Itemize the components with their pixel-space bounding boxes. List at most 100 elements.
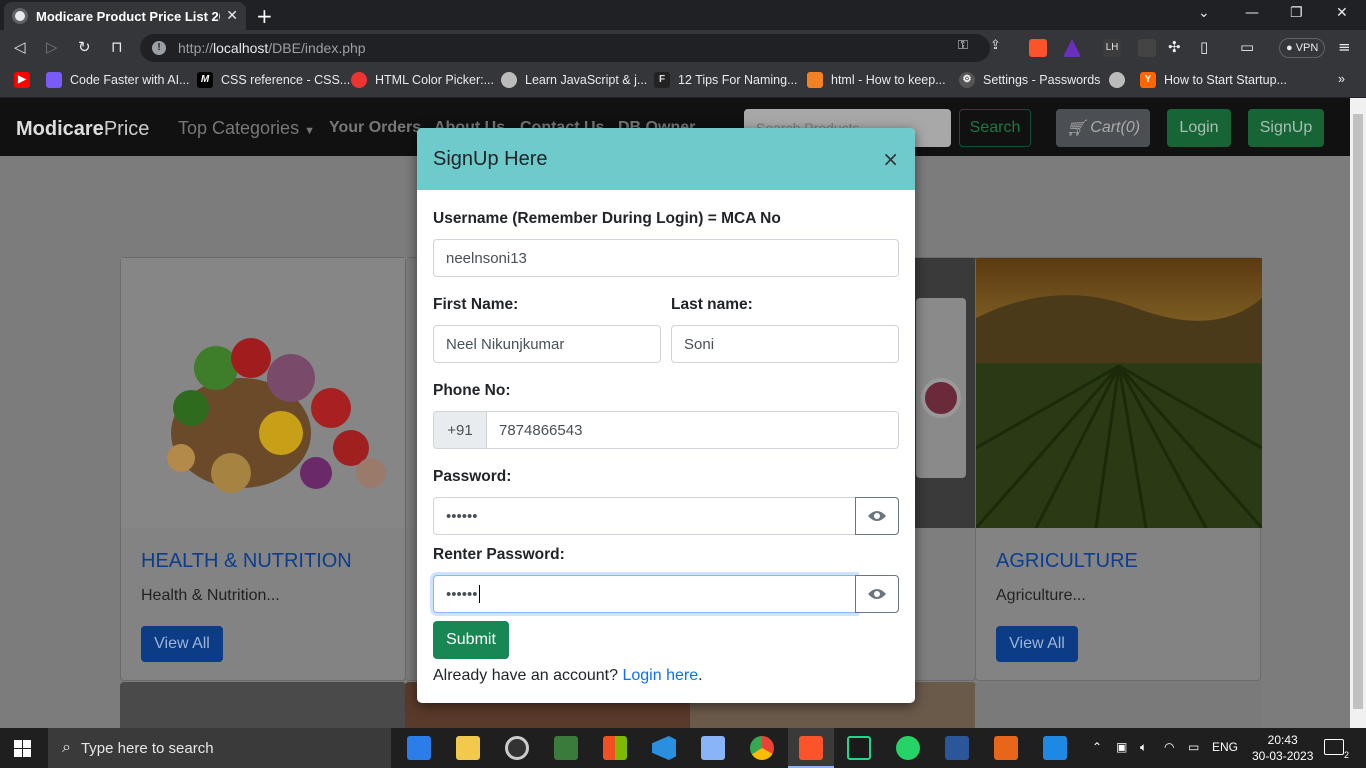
tray-app-icon[interactable]: ▣ [1116, 740, 1127, 754]
whatsapp-icon[interactable] [896, 736, 920, 760]
lighthouse-icon[interactable]: LH [1103, 39, 1121, 57]
vscode-icon[interactable] [652, 736, 676, 760]
bookmark-item[interactable]: M CSS reference - CSS... [197, 72, 350, 88]
login-here-link[interactable]: Login here [622, 667, 698, 684]
bookmark-item[interactable]: Y How to Start Startup... [1140, 72, 1287, 88]
password-field[interactable]: •••••• [433, 497, 856, 535]
signup-modal: SignUp Here × Username (Remember During … [417, 128, 915, 703]
scrollbar-thumb[interactable] [1353, 114, 1363, 709]
bookmarks-bar: ▶ Code Faster with AI... M CSS reference … [0, 66, 1366, 98]
search-icon: ⌕ [62, 739, 71, 756]
brave-shield-icon[interactable] [1029, 39, 1047, 57]
language-indicator[interactable]: ENG [1212, 740, 1238, 754]
windows-start-icon[interactable] [14, 740, 31, 757]
bookmark-item[interactable]: Learn JavaScript & j... [501, 72, 647, 88]
bookmark-item[interactable]: F 12 Tips For Naming... [654, 72, 798, 88]
bookmark-label: 12 Tips For Naming... [678, 73, 798, 87]
new-tab-button[interactable]: + [256, 4, 273, 28]
period: . [698, 667, 703, 684]
show-hidden-icons[interactable]: ⌃ [1092, 740, 1102, 754]
last-name-field[interactable]: Soni [671, 325, 899, 363]
first-name-field[interactable]: Neel Nikunjkumar [433, 325, 661, 363]
browser-tab[interactable]: Modicare Product Price List 2022| ✕ [4, 2, 246, 30]
photos-icon[interactable] [1043, 736, 1067, 760]
clock[interactable]: 20:43 30-03-2023 [1252, 732, 1313, 764]
taskbar-search[interactable]: ⌕ Type here to search [48, 728, 391, 768]
restore-icon[interactable]: ❐ [1290, 5, 1303, 21]
extension-icon[interactable] [1138, 39, 1156, 57]
vpn-button[interactable]: ● VPN [1279, 38, 1326, 58]
youtube-bookmark[interactable]: ▶ [14, 72, 38, 88]
login-button[interactable]: Login [1167, 109, 1231, 147]
more-bookmarks-icon[interactable]: » [1338, 72, 1345, 86]
view-all-button[interactable]: View All [141, 626, 223, 662]
task-view-icon[interactable] [407, 736, 431, 760]
cart-label: Cart(0) [1090, 119, 1141, 136]
renter-password-field[interactable]: •••••• [433, 575, 856, 613]
site-brand[interactable]: ModicarePrice [16, 118, 149, 141]
ycombinator-icon: Y [1140, 72, 1156, 88]
phone-field[interactable]: 7874866543 [486, 411, 899, 449]
submit-button[interactable]: Submit [433, 621, 509, 659]
wifi-icon[interactable]: ◠ [1164, 740, 1174, 754]
minimize-icon[interactable]: — [1245, 5, 1259, 21]
bookmark-icon[interactable]: ⊓ [111, 38, 123, 56]
modal-title: SignUp Here [433, 147, 548, 170]
bookmark-item[interactable]: ⚙ Settings - Passwords [959, 72, 1100, 88]
brave-taskbar-button[interactable] [788, 728, 834, 768]
tab-search-icon[interactable]: ⌄ [1198, 5, 1210, 21]
signup-button[interactable]: SignUp [1248, 109, 1324, 147]
clock-time: 20:43 [1267, 733, 1298, 747]
chart-app-icon[interactable] [554, 736, 578, 760]
word-icon[interactable] [945, 736, 969, 760]
menu-icon[interactable]: ≡ [1338, 38, 1351, 56]
page-scrollbar[interactable] [1350, 98, 1366, 728]
window-close-icon[interactable]: ✕ [1336, 5, 1348, 21]
notifications-icon[interactable]: 2 [1324, 739, 1349, 760]
pycharm-icon[interactable] [847, 736, 871, 760]
cart-button[interactable]: 🛒︎ Cart(0) [1056, 109, 1150, 147]
toggle-password-button[interactable] [855, 497, 899, 535]
text-caret [478, 585, 480, 603]
bookmark-item[interactable]: Code Faster with AI... [46, 72, 190, 88]
volume-icon[interactable]: 🔈︎ [1140, 740, 1147, 755]
virtualbox-icon[interactable] [701, 736, 725, 760]
microsoft-store-icon[interactable] [603, 736, 627, 760]
close-icon[interactable]: × [882, 147, 899, 171]
file-explorer-icon[interactable] [456, 736, 480, 760]
close-tab-icon[interactable]: ✕ [226, 8, 238, 24]
view-all-button[interactable]: View All [996, 626, 1078, 662]
windows-taskbar: ⌕ Type here to search ⌃ ▣ 🔈︎ ◠ ▭ ENG 20:4… [0, 728, 1366, 768]
back-icon[interactable]: ◁ [14, 38, 26, 56]
globe-icon [1109, 72, 1125, 88]
address-bar[interactable]: ! http://localhost/DBE/index.php [140, 34, 990, 62]
wallet-icon[interactable]: ▭ [1240, 38, 1254, 56]
site-info-icon[interactable]: ! [152, 41, 166, 55]
nav-your-orders[interactable]: Your Orders [329, 119, 421, 137]
nav-top-categories[interactable]: Top Categories ▼ [178, 118, 315, 139]
share-icon[interactable]: ⇪ [990, 38, 1001, 53]
bookmark-item[interactable] [1109, 72, 1133, 88]
forward-icon[interactable]: ▷ [46, 38, 58, 56]
tab-title: Modicare Product Price List 2022| [36, 8, 220, 24]
extensions-puzzle-icon[interactable]: ✣ [1168, 38, 1181, 56]
sidebar-icon[interactable]: ▯ [1200, 38, 1208, 56]
brave-rewards-icon[interactable] [1063, 39, 1081, 57]
obs-icon[interactable] [505, 736, 529, 760]
chrome-icon[interactable] [750, 736, 774, 760]
bookmark-label: Learn JavaScript & j... [525, 73, 648, 87]
xampp-icon[interactable] [994, 736, 1018, 760]
vegetables-image [121, 258, 407, 528]
browser-tab-bar: Modicare Product Price List 2022| ✕ + ⌄ … [0, 0, 1366, 30]
bookmark-label: CSS reference - CSS... [221, 73, 351, 87]
bookmark-item[interactable]: HTML Color Picker:... [351, 72, 494, 88]
key-icon[interactable]: ⚿ [958, 38, 968, 53]
battery-icon[interactable]: ▭ [1188, 740, 1199, 754]
search-button[interactable]: Search [959, 109, 1031, 147]
username-field[interactable]: neelnsoni13 [433, 239, 899, 277]
toggle-renter-password-button[interactable] [855, 575, 899, 613]
reload-icon[interactable]: ↻ [78, 38, 91, 56]
url-path: /DBE/index.php [268, 40, 366, 56]
settings-gear-icon: ⚙ [959, 72, 975, 88]
bookmark-item[interactable]: html - How to keep... [807, 72, 946, 88]
